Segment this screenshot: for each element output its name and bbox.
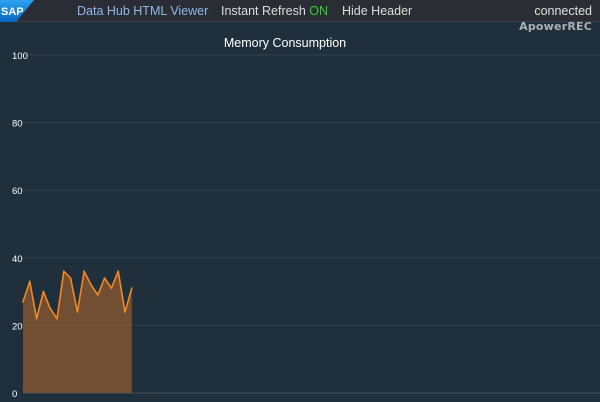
viewer-link[interactable]: Data Hub HTML Viewer: [77, 4, 208, 18]
data-point-15: [124, 311, 126, 313]
hide-header-button[interactable]: Hide Header: [342, 4, 412, 18]
y-tick-label-40: 40: [12, 254, 23, 265]
top-bar: SAP Data Hub HTML Viewer Instant Refresh…: [0, 0, 600, 22]
data-point-12: [103, 277, 106, 279]
y-tick-label-100: 100: [12, 51, 28, 62]
y-tick-label-60: 60: [12, 186, 23, 197]
chart-canvas: 0 20 40 60 80 100: [12, 51, 600, 400]
data-point-14: [117, 270, 120, 273]
data-point-3: [42, 290, 45, 293]
refresh-state: ON: [309, 4, 328, 18]
connection-status: connected: [534, 4, 592, 18]
data-point-5: [56, 317, 58, 320]
instant-refresh-label: Instant Refresh: [221, 4, 306, 18]
sap-logo-icon: SAP: [0, 0, 34, 22]
data-point-6: [62, 270, 65, 273]
data-point-1: [28, 280, 31, 283]
memory-chart: Memory Consumption 0 20 40 60 80 100: [0, 23, 600, 402]
y-tick-label-0: 0: [12, 389, 17, 400]
data-point-8: [76, 311, 79, 313]
data-point-4: [49, 307, 52, 310]
sap-logo-text: SAP: [1, 6, 24, 18]
data-point-10: [90, 283, 92, 286]
data-point-13: [110, 287, 113, 290]
data-point-2: [35, 317, 38, 320]
data-point-16: [130, 287, 133, 290]
data-point-9: [83, 270, 86, 273]
y-tick-label-20: 20: [12, 321, 23, 332]
series-area-0: [23, 271, 132, 393]
data-point-0: [22, 300, 24, 303]
y-tick-label-80: 80: [12, 119, 23, 130]
data-point-7: [69, 277, 72, 279]
instant-refresh-toggle[interactable]: Instant Refresh ON: [221, 4, 328, 18]
data-point-11: [96, 294, 99, 296]
